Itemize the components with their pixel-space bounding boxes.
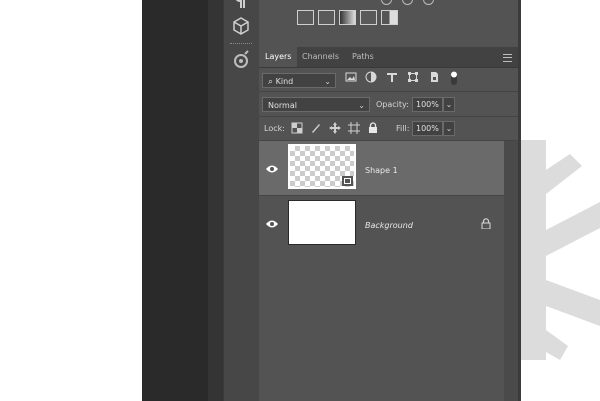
chevron-down-icon: ⌄ [358, 101, 365, 110]
lock-transparent-icon[interactable] [291, 122, 303, 134]
adjustment-icon[interactable] [402, 0, 413, 5]
layer-thumbnail [288, 144, 356, 189]
layer-lock-icon [481, 218, 491, 229]
3d-cube-icon[interactable] [230, 15, 252, 37]
search-icon: ⌕ [268, 77, 274, 87]
layers-scrollbar[interactable] [504, 141, 518, 401]
fill-dropdown-chevron-icon[interactable]: ⌄ [443, 121, 455, 136]
shape-layer-badge-icon [342, 176, 353, 186]
app-left-dark-area [142, 0, 208, 401]
layer-thumbnail [288, 200, 356, 245]
layer-row-shape-1[interactable]: Shape 1 [259, 141, 504, 195]
layer-name: Shape 1 [365, 166, 398, 175]
tool-panel-column [223, 0, 260, 401]
fill-input[interactable]: 100% [412, 121, 443, 136]
filter-kind-label: Kind [275, 77, 294, 86]
paragraph-icon[interactable] [230, 0, 252, 16]
opacity-dropdown-chevron-icon[interactable]: ⌄ [443, 97, 455, 112]
panel-divider [259, 91, 518, 92]
blend-mode-dropdown[interactable]: Normal ⌄ [262, 97, 370, 112]
filter-toggle-icon[interactable] [448, 70, 460, 86]
layers-panel: Layers Channels Paths ⌕ Kind ⌄ Normal ⌄ … [259, 0, 518, 401]
adjustment-top-icons [381, 0, 434, 5]
fill-label: Fill: [396, 124, 410, 133]
tab-layers[interactable]: Layers [259, 47, 298, 67]
layer-name: Background [365, 221, 413, 230]
tool-divider [230, 43, 252, 46]
tab-channels[interactable]: Channels [296, 47, 345, 67]
adjustment-icon[interactable] [423, 0, 434, 5]
panel-right-border [518, 0, 521, 401]
curves-icon[interactable] [297, 10, 314, 25]
image-filter-icon[interactable] [345, 71, 357, 83]
panel-divider [259, 116, 518, 117]
opacity-label: Opacity: [376, 100, 409, 109]
layer-row-background[interactable]: Background [259, 196, 504, 250]
exposure-icon[interactable] [318, 10, 335, 25]
adjustments-icon-row [297, 10, 398, 26]
brush-settings-icon[interactable] [230, 50, 252, 72]
chevron-down-icon: ⌄ [324, 77, 331, 86]
eye-visibility-icon[interactable] [265, 219, 279, 229]
filter-kind-dropdown[interactable]: ⌕ Kind ⌄ [262, 73, 336, 88]
gradient-map-icon[interactable] [339, 10, 356, 25]
eye-visibility-icon[interactable] [265, 164, 279, 174]
shape-filter-icon[interactable] [407, 71, 419, 83]
photo-filter-icon[interactable] [360, 10, 377, 25]
layers-panel-tabs: Layers Channels Paths [259, 47, 518, 68]
adjustment-icon[interactable] [381, 0, 392, 5]
lock-pixels-icon[interactable] [310, 122, 322, 134]
smart-object-filter-icon[interactable] [428, 71, 440, 83]
type-filter-icon[interactable] [386, 71, 398, 83]
lock-position-icon[interactable] [329, 122, 341, 134]
levels-icon[interactable] [381, 10, 398, 25]
blend-mode-value: Normal [268, 101, 297, 110]
lock-artboard-icon[interactable] [348, 122, 360, 134]
panel-menu-icon[interactable] [503, 54, 512, 62]
adjustment-filter-icon[interactable] [365, 71, 377, 83]
opacity-input[interactable]: 100% [412, 97, 443, 112]
app-side-gutter [208, 0, 223, 401]
lock-label: Lock: [264, 124, 285, 133]
tab-paths[interactable]: Paths [346, 47, 380, 67]
lock-all-icon[interactable] [367, 122, 379, 134]
